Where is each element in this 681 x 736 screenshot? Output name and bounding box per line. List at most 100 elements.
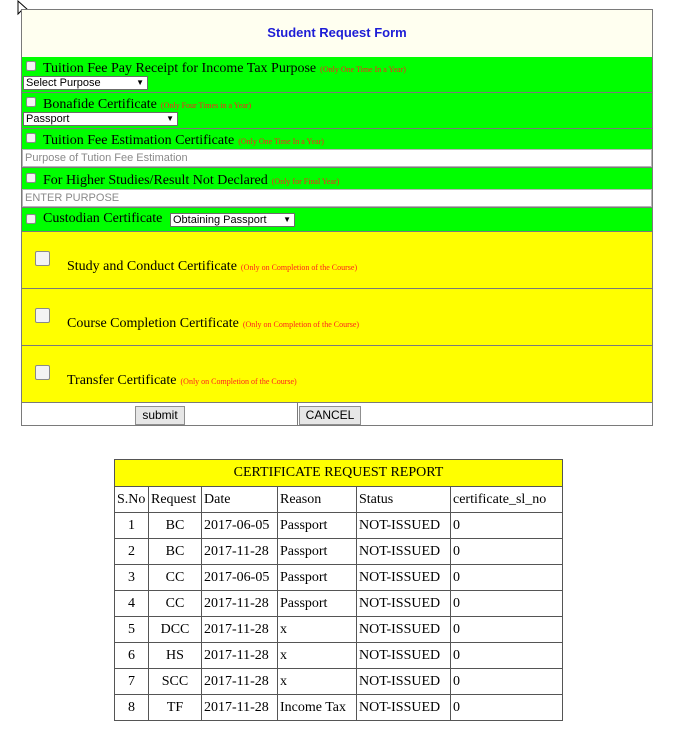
- report-title: CERTIFICATE REQUEST REPORT: [114, 459, 563, 487]
- table-row: 4 CC 2017-11-28 Passport NOT-ISSUED 0: [114, 590, 563, 617]
- date-cell: 2017-11-28: [201, 538, 278, 565]
- date-cell: 2017-11-28: [201, 668, 278, 695]
- fee-estimation-checkbox[interactable]: [26, 133, 36, 143]
- status-cell: NOT-ISSUED: [356, 512, 451, 539]
- income-tax-note: (Only One Time In a Year): [320, 65, 406, 74]
- bonafide-label: Bonafide Certificate: [43, 97, 157, 112]
- reason-cell: Income Tax: [277, 694, 357, 721]
- bonafide-purpose-select[interactable]: Passport ▼: [23, 112, 178, 126]
- status-cell: NOT-ISSUED: [356, 538, 451, 565]
- cancel-button[interactable]: CANCEL: [299, 406, 361, 425]
- certificate-sl-no-cell: 0: [450, 616, 563, 643]
- request-row-study-conduct: Study and Conduct Certificate (Only on C…: [22, 232, 652, 289]
- column-header: Request: [148, 486, 202, 513]
- dropdown-arrow-icon: ▼: [136, 78, 144, 87]
- request-cell: BC: [148, 512, 202, 539]
- table-row: 6 HS 2017-11-28 x NOT-ISSUED 0: [114, 642, 563, 669]
- certificate-request-report-table: CERTIFICATE REQUEST REPORT S.No Request …: [114, 459, 563, 721]
- status-cell: NOT-ISSUED: [356, 694, 451, 721]
- study-conduct-label: Study and Conduct Certificate: [67, 259, 237, 274]
- student-request-form: Student Request Form Tuition Fee Pay Rec…: [21, 9, 653, 426]
- request-cell: CC: [148, 590, 202, 617]
- sno-cell: 6: [114, 642, 149, 669]
- higher-studies-purpose-input[interactable]: ENTER PURPOSE: [22, 189, 652, 207]
- sno-cell: 3: [114, 564, 149, 591]
- table-row: 3 CC 2017-06-05 Passport NOT-ISSUED 0: [114, 564, 563, 591]
- dropdown-arrow-icon: ▼: [283, 215, 291, 224]
- date-cell: 2017-11-28: [201, 616, 278, 643]
- reason-cell: Passport: [277, 564, 357, 591]
- table-row: 1 BC 2017-06-05 Passport NOT-ISSUED 0: [114, 512, 563, 539]
- fee-estimation-label: Tuition Fee Estimation Certificate: [43, 133, 235, 148]
- reason-cell: Passport: [277, 538, 357, 565]
- sno-cell: 7: [114, 668, 149, 695]
- column-header: Status: [356, 486, 451, 513]
- study-conduct-checkbox[interactable]: [35, 251, 50, 266]
- income-tax-label: Tuition Fee Pay Receipt for Income Tax P…: [43, 61, 317, 76]
- request-cell: BC: [148, 538, 202, 565]
- report-body: 1 BC 2017-06-05 Passport NOT-ISSUED 0 2 BC 2017-…: [114, 512, 563, 721]
- table-row: 5 DCC 2017-11-28 x NOT-ISSUED 0: [114, 616, 563, 643]
- column-header: certificate_sl_no: [450, 486, 563, 513]
- reason-cell: x: [277, 642, 357, 669]
- column-header: S.No: [114, 486, 149, 513]
- certificate-sl-no-cell: 0: [450, 590, 563, 617]
- request-cell: SCC: [148, 668, 202, 695]
- certificate-sl-no-cell: 0: [450, 668, 563, 695]
- request-cell: TF: [148, 694, 202, 721]
- higher-studies-checkbox[interactable]: [26, 173, 36, 183]
- reason-cell: x: [277, 616, 357, 643]
- date-cell: 2017-06-05: [201, 564, 278, 591]
- study-conduct-note: (Only on Completion of the Course): [240, 263, 358, 272]
- request-row-custodian: Custodian Certificate Obtaining Passport…: [22, 208, 652, 232]
- reason-cell: Passport: [277, 590, 357, 617]
- status-cell: NOT-ISSUED: [356, 642, 451, 669]
- sno-cell: 4: [114, 590, 149, 617]
- bonafide-note: (Only Four Times in a Year): [160, 101, 252, 110]
- income-tax-purpose-value: Select Purpose: [26, 77, 101, 89]
- form-title: Student Request Form: [22, 10, 652, 58]
- table-row: 7 SCC 2017-11-28 x NOT-ISSUED 0: [114, 668, 563, 695]
- table-row: 8 TF 2017-11-28 Income Tax NOT-ISSUED 0: [114, 694, 563, 721]
- sno-cell: 1: [114, 512, 149, 539]
- transfer-note: (Only on Completion of the Course): [180, 377, 297, 386]
- date-cell: 2017-11-28: [201, 590, 278, 617]
- certificate-sl-no-cell: 0: [450, 512, 563, 539]
- column-header: Date: [201, 486, 278, 513]
- transfer-label: Transfer Certificate: [67, 373, 177, 388]
- transfer-checkbox[interactable]: [35, 365, 50, 380]
- request-row-bonafide: Bonafide Certificate (Only Four Times in…: [22, 93, 652, 129]
- custodian-checkbox[interactable]: [26, 214, 36, 224]
- certificate-sl-no-cell: 0: [450, 538, 563, 565]
- date-cell: 2017-11-28: [201, 642, 278, 669]
- income-tax-checkbox[interactable]: [26, 61, 36, 71]
- request-row-transfer: Transfer Certificate (Only on Completion…: [22, 346, 652, 403]
- certificate-sl-no-cell: 0: [450, 642, 563, 669]
- bonafide-purpose-value: Passport: [26, 113, 70, 125]
- reason-cell: x: [277, 668, 357, 695]
- status-cell: NOT-ISSUED: [356, 564, 451, 591]
- dropdown-arrow-icon: ▼: [166, 114, 174, 123]
- custodian-label: Custodian Certificate: [43, 211, 163, 226]
- status-cell: NOT-ISSUED: [356, 590, 451, 617]
- fee-estimation-note: (Only One Time In a Year): [238, 137, 324, 146]
- certificate-sl-no-cell: 0: [450, 564, 563, 591]
- course-completion-note: (Only on Completion of the Course): [242, 320, 360, 329]
- date-cell: 2017-06-05: [201, 512, 278, 539]
- column-header: Reason: [277, 486, 357, 513]
- bonafide-checkbox[interactable]: [26, 97, 36, 107]
- request-row-higher-studies: For Higher Studies/Result Not Declared (…: [22, 168, 652, 208]
- course-completion-checkbox[interactable]: [35, 308, 50, 323]
- higher-studies-label: For Higher Studies/Result Not Declared: [43, 173, 268, 188]
- income-tax-purpose-select[interactable]: Select Purpose ▼: [23, 76, 148, 90]
- submit-button[interactable]: submit: [135, 406, 185, 425]
- request-row-income-tax: Tuition Fee Pay Receipt for Income Tax P…: [22, 57, 652, 93]
- request-row-fee-estimation: Tuition Fee Estimation Certificate (Only…: [22, 129, 652, 168]
- custodian-purpose-select[interactable]: Obtaining Passport ▼: [170, 213, 295, 227]
- status-cell: NOT-ISSUED: [356, 616, 451, 643]
- table-row: 2 BC 2017-11-28 Passport NOT-ISSUED 0: [114, 538, 563, 565]
- fee-estimation-purpose-input[interactable]: Purpose of Tution Fee Estimation: [22, 149, 652, 167]
- sno-cell: 8: [114, 694, 149, 721]
- status-cell: NOT-ISSUED: [356, 668, 451, 695]
- course-completion-label: Course Completion Certificate: [67, 316, 239, 331]
